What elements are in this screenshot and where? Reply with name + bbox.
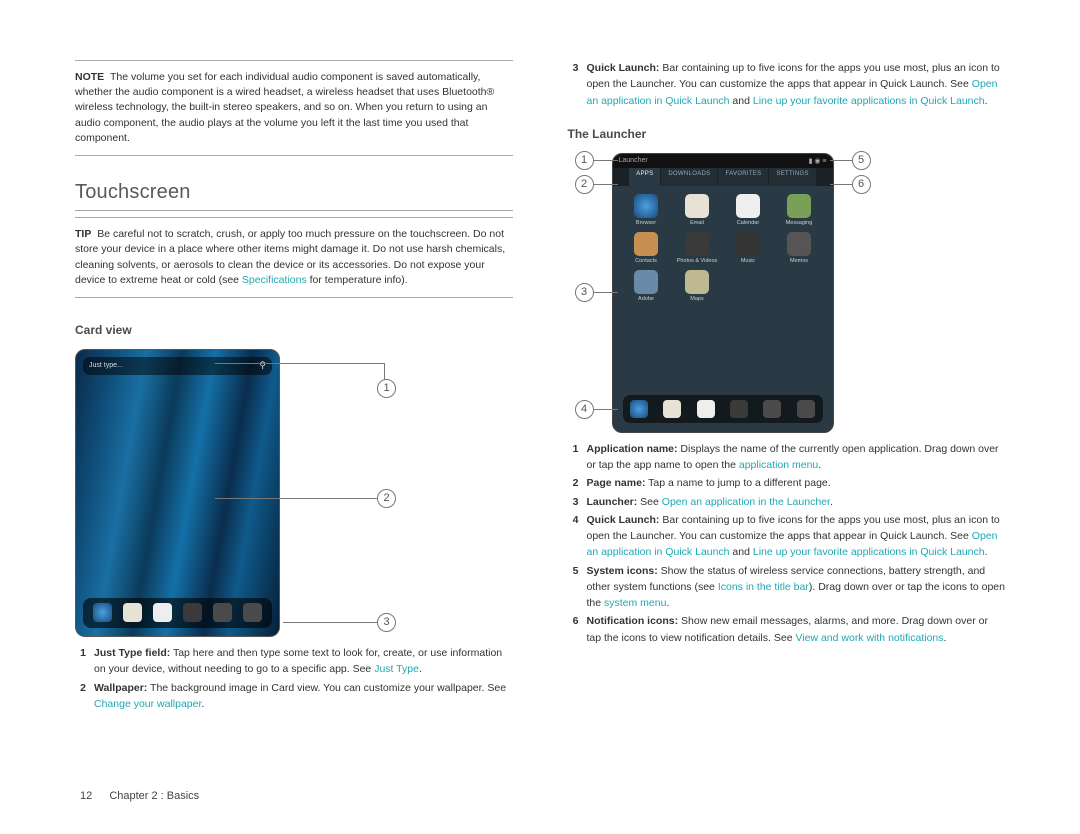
right-column: 3Quick Launch: Bar containing up to five… [568, 60, 1006, 714]
link-lineup-ql2[interactable]: Line up your favorite applications in Qu… [753, 546, 985, 558]
callout-6: 6 [852, 175, 871, 194]
messaging-icon [787, 194, 811, 218]
note-text: NOTE The volume you set for each individ… [75, 70, 513, 146]
maps-icon [685, 270, 709, 294]
link-open-launcher[interactable]: Open an application in the Launcher [662, 496, 830, 508]
link-notifications[interactable]: View and work with notifications [795, 632, 943, 644]
calendar-icon [153, 603, 172, 622]
link-titlebar-icons[interactable]: Icons in the title bar [718, 581, 809, 593]
tab-settings: SETTINGS [769, 168, 815, 186]
device-cardview: Just type... ⚲ [75, 349, 280, 637]
tab-downloads: DOWNLOADS [661, 168, 717, 186]
calendar-icon [736, 194, 760, 218]
memos-icon [787, 232, 811, 256]
cloud-icon [213, 603, 232, 622]
figure-cardview: Just type... ⚲ 1 2 3 [75, 349, 385, 637]
tab-apps: APPS [629, 168, 660, 186]
callout-2: 2 [377, 489, 396, 508]
tip-label: TIP [75, 228, 91, 240]
cardview-callouts: 1Just Type field: Tap here and then type… [75, 645, 513, 712]
tip-text: TIP Be careful not to scratch, crush, or… [75, 227, 513, 288]
callout-4: 4 [575, 400, 594, 419]
mail-icon [123, 603, 142, 622]
mail-icon [663, 400, 681, 418]
launcher-icon [243, 603, 262, 622]
status-icons: ▮ ◉ ≡ [809, 157, 827, 165]
tip-box: TIP Be careful not to scratch, crush, or… [75, 217, 513, 298]
tab-favorites: FAVORITES [718, 168, 768, 186]
launcher-icon [797, 400, 815, 418]
link-specifications[interactable]: Specifications [242, 274, 307, 286]
callout-5: 5 [852, 151, 871, 170]
music-icon [183, 603, 202, 622]
launcher-tabs: APPS DOWNLOADS FAVORITES SETTINGS [613, 168, 833, 186]
browser-icon [93, 603, 112, 622]
contacts-icon [634, 232, 658, 256]
photos-icon [685, 232, 709, 256]
music-icon [730, 400, 748, 418]
music-icon [736, 232, 760, 256]
launcher-callouts: 1Application name: Displays the name of … [568, 441, 1006, 646]
page-columns: NOTE The volume you set for each individ… [75, 60, 1005, 714]
link-app-menu[interactable]: application menu [739, 459, 818, 471]
browser-icon [634, 194, 658, 218]
cloud-icon [763, 400, 781, 418]
page-footer: 12 Chapter 2 : Basics [80, 790, 199, 802]
note-body: The volume you set for each individual a… [75, 71, 494, 144]
link-system-menu[interactable]: system menu [604, 597, 666, 609]
note-box: NOTE The volume you set for each individ… [75, 60, 513, 156]
link-change-wallpaper[interactable]: Change your wallpaper [94, 698, 201, 710]
device-launcher: Launcher ▮ ◉ ≡ APPS DOWNLOADS FAVORITES … [612, 153, 834, 433]
quick-launch-bar [623, 395, 823, 423]
left-column: NOTE The volume you set for each individ… [75, 60, 513, 714]
chapter-label: Chapter 2 : Basics [109, 790, 199, 802]
section-heading-touchscreen: Touchscreen [75, 181, 513, 211]
browser-icon [630, 400, 648, 418]
calendar-icon [697, 400, 715, 418]
app-grid: Browser Email Calendar Messaging Contact… [613, 186, 833, 310]
ql-continued: 3Quick Launch: Bar containing up to five… [568, 60, 1006, 109]
just-type-bar: Just type... ⚲ [83, 357, 272, 375]
callout-1: 1 [575, 151, 594, 170]
just-type-text: Just type... [89, 362, 123, 369]
adobe-icon [634, 270, 658, 294]
note-label: NOTE [75, 71, 104, 83]
launcher-titlebar: Launcher ▮ ◉ ≡ [613, 154, 833, 168]
callout-1: 1 [377, 379, 396, 398]
link-lineup-ql[interactable]: Line up your favorite applications in Qu… [753, 95, 985, 107]
callout-3: 3 [377, 613, 396, 632]
launcher-title: Launcher [619, 157, 648, 164]
callout-3: 3 [575, 283, 594, 302]
callout-2: 2 [575, 175, 594, 194]
figure-launcher: Launcher ▮ ◉ ≡ APPS DOWNLOADS FAVORITES … [568, 153, 878, 433]
quick-launch-bar [83, 598, 272, 628]
email-icon [685, 194, 709, 218]
page-number: 12 [80, 790, 92, 802]
subheading-launcher: The Launcher [568, 127, 1006, 141]
subheading-cardview: Card view [75, 323, 513, 337]
link-just-type[interactable]: Just Type [374, 663, 419, 675]
